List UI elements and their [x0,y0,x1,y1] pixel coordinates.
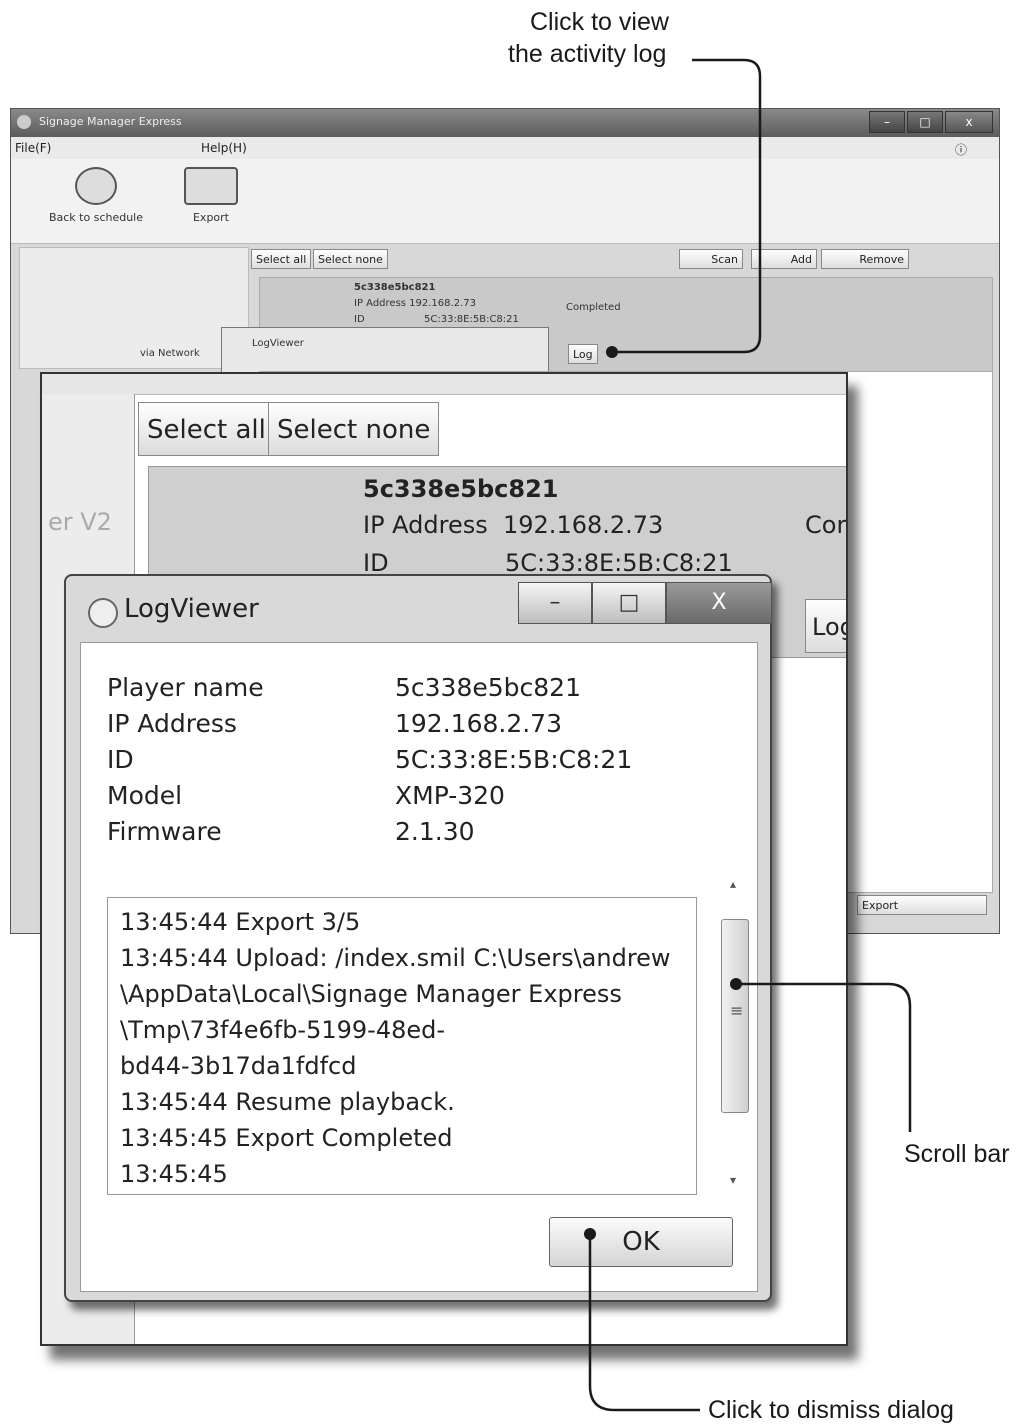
callout-lines-front [584,346,912,1412]
